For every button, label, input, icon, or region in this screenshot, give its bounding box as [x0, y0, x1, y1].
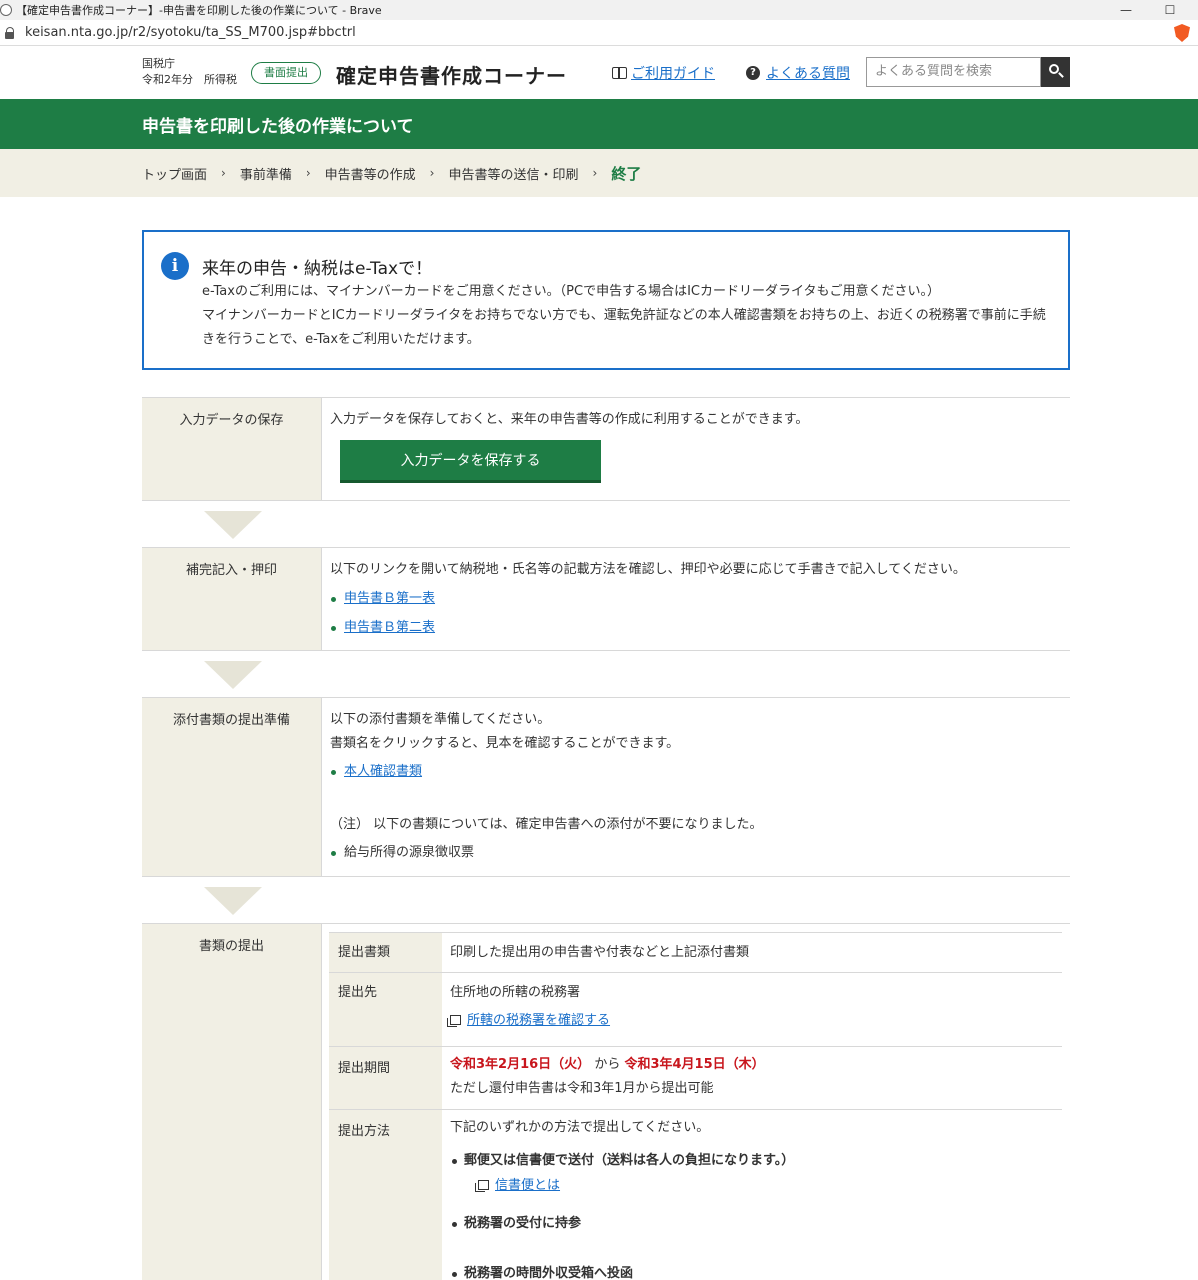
guide-link-label[interactable]: ご利用ガイド [631, 63, 715, 83]
window-title: 【確定申告書作成コーナー】-申告書を印刷した後の作業について - Brave [16, 4, 382, 17]
table-row: 提出方法 下記のいずれかの方法で提出してください。 郵便又は信書便で送付（送料は… [329, 1110, 1062, 1280]
minimize-button[interactable]: — [1106, 0, 1146, 20]
period-from: から [590, 1057, 625, 1072]
note-text: （注） 以下の書類については、確定申告書への添付が不要になりました。 [330, 817, 763, 832]
section-save-data: 入力データの保存 入力データを保存しておくと、来年の申告書等の作成に利用すること… [142, 397, 1070, 501]
save-data-button[interactable]: 入力データを保存する [340, 440, 601, 483]
url-text[interactable]: keisan.nta.go.jp/r2/syotoku/ta_SS_M700.j… [25, 25, 356, 40]
book-icon [612, 67, 627, 79]
row-header: 提出書類 [329, 933, 442, 972]
brave-tab-icon [0, 4, 12, 16]
list-item: 申告書Ｂ第一表 [330, 587, 1062, 611]
list-item: 本人確認書類 [330, 760, 1062, 784]
info-title: 来年の申告・納税はe-Taxで！ [202, 259, 433, 279]
list-item: 申告書Ｂ第二表 [330, 616, 1062, 640]
info-line: マイナンバーカードとICカードリーダライタをお持ちでない方でも、運転免許証などの… [202, 308, 1046, 347]
chevron-right-icon: › [592, 166, 598, 180]
breadcrumb-current: 終了 [611, 164, 642, 183]
section-label: 添付書類の提出準備 [142, 698, 322, 876]
site-header: 国税庁 令和2年分 所得税 書面提出 確定申告書作成コーナー ご利用ガイド ? … [0, 47, 1198, 99]
section-label: 書類の提出 [142, 924, 322, 1280]
period-start: 令和3年2月16日（火） [450, 1057, 591, 1072]
browser-titlebar: 【確定申告書作成コーナー】-申告書を印刷した後の作業について - Brave —… [0, 0, 1198, 20]
period-note: ただし還付申告書は令和3年1月から提出可能 [450, 1081, 714, 1096]
chevron-right-icon: › [305, 166, 311, 180]
row-value: 住所地の所轄の税務署 [450, 985, 581, 1000]
external-window-icon [447, 1015, 461, 1027]
mode-badge: 書面提出 [251, 62, 321, 84]
row-header: 提出先 [329, 973, 442, 1046]
row-header: 提出方法 [329, 1110, 442, 1280]
lock-icon [5, 26, 15, 39]
breadcrumb-item-prep: 事前準備 [239, 167, 292, 183]
page-banner: 申告書を印刷した後の作業について [0, 99, 1198, 149]
etax-info-box: i 来年の申告・納税はe-Taxで！ e-Taxのご利用には、マイナンバーカード… [142, 230, 1070, 370]
address-bar[interactable]: keisan.nta.go.jp/r2/syotoku/ta_SS_M700.j… [0, 20, 1198, 46]
form-b-table2-link[interactable]: 申告書Ｂ第二表 [344, 620, 435, 635]
section-text: 以下のリンクを開いて納税地・氏名等の記載方法を確認し、押印や必要に応じて手書きで… [330, 562, 966, 577]
section-text: 入力データを保存しておくと、来年の申告書等の作成に利用することができます。 [330, 412, 809, 427]
search-button[interactable] [1041, 57, 1070, 87]
question-icon: ? [746, 66, 760, 80]
breadcrumb-item-create: 申告書等の作成 [324, 167, 416, 183]
step-arrow-icon [204, 511, 262, 539]
maximize-button[interactable]: ☐ [1150, 0, 1190, 20]
section-attachments: 添付書類の提出準備 以下の添付書類を準備してください。 書類名をクリックすると、… [142, 697, 1070, 877]
row-value: 下記のいずれかの方法で提出してください。 [450, 1120, 710, 1135]
info-text: e-Taxのご利用には、マイナンバーカードをご用意ください。（PCで申告する場合… [202, 280, 1052, 352]
step-arrow-icon [204, 887, 262, 915]
breadcrumb-item-top: トップ画面 [142, 167, 208, 183]
breadcrumb-item-send-print: 申告書等の送信・印刷 [448, 167, 579, 183]
section-label: 入力データの保存 [142, 398, 322, 500]
faq-link[interactable]: ? よくある質問 [746, 63, 850, 83]
guide-link[interactable]: ご利用ガイド [612, 63, 715, 83]
tax-office-link[interactable]: 所轄の税務署を確認する [467, 1013, 610, 1028]
step-arrow-icon [204, 661, 262, 689]
row-header: 提出期間 [329, 1047, 442, 1109]
faq-search-input[interactable]: よくある質問を検索 [866, 57, 1041, 87]
period-end: 令和3年4月15日（木） [624, 1057, 765, 1072]
id-docs-link[interactable]: 本人確認書類 [344, 764, 422, 779]
agency-info: 国税庁 令和2年分 所得税 [142, 56, 237, 88]
external-window-icon [475, 1180, 489, 1192]
page-title: 申告書を印刷した後の作業について [142, 117, 414, 137]
form-b-table1-link[interactable]: 申告書Ｂ第一表 [344, 591, 435, 606]
section-text: 書類名をクリックすると、見本を確認することができます。 [330, 736, 680, 751]
row-value: 印刷した提出用の申告書や付表などと上記添付書類 [450, 945, 750, 960]
table-row: 提出期間 令和3年2月16日（火） から 令和3年4月15日（木） ただし還付申… [329, 1047, 1062, 1110]
section-text: 以下の添付書類を準備してください。 [330, 712, 551, 727]
section-submission: 書類の提出 提出書類 印刷した提出用の申告書や付表などと上記添付書類 提出先 住… [142, 923, 1070, 1280]
brave-shield-icon[interactable] [1174, 24, 1190, 42]
list-item: 税務署の受付に持参 [450, 1212, 1054, 1236]
list-item: 給与所得の源泉徴収票 [330, 841, 1062, 865]
section-fill-stamp: 補完記入・押印 以下のリンクを開いて納税地・氏名等の記載方法を確認し、押印や必要… [142, 547, 1070, 651]
chevron-right-icon: › [429, 166, 435, 180]
tax-year: 令和2年分 所得税 [142, 73, 237, 86]
chevron-right-icon: › [221, 166, 226, 180]
faq-link-label[interactable]: よくある質問 [766, 63, 850, 83]
info-icon: i [161, 252, 189, 280]
table-row: 提出先 住所地の所轄の税務署 所轄の税務署を確認する [329, 973, 1062, 1047]
list-item: 税務署の時間外収受箱へ投函 [450, 1262, 1054, 1280]
agency-name: 国税庁 [142, 57, 175, 70]
list-item: 郵便又は信書便で送付（送料は各人の負担になります。） [450, 1149, 1054, 1173]
site-title: 確定申告書作成コーナー [336, 64, 567, 88]
info-line: e-Taxのご利用には、マイナンバーカードをご用意ください。（PCで申告する場合… [202, 284, 940, 299]
table-row: 提出書類 印刷した提出用の申告書や付表などと上記添付書類 [329, 933, 1062, 973]
breadcrumb: トップ画面 › 事前準備 › 申告書等の作成 › 申告書等の送信・印刷 › 終了 [0, 149, 1198, 197]
correspondence-link[interactable]: 信書便とは [495, 1178, 560, 1193]
section-label: 補完記入・押印 [142, 548, 322, 650]
submission-table: 提出書類 印刷した提出用の申告書や付表などと上記添付書類 提出先 住所地の所轄の… [329, 932, 1062, 1280]
